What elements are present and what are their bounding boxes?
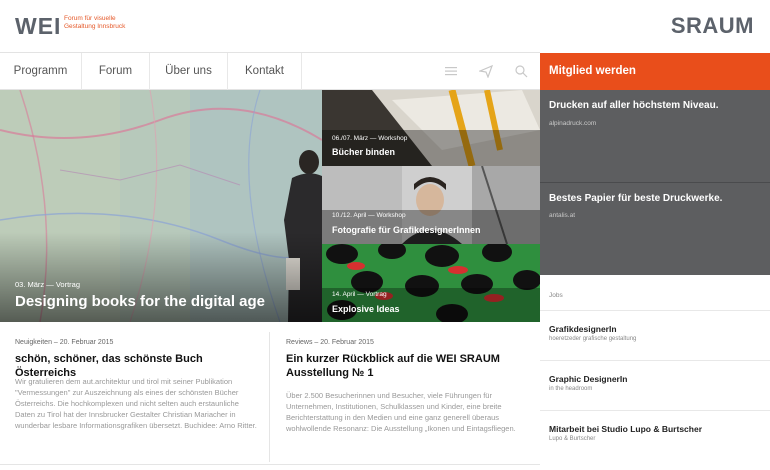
article-meta: Neuigkeiten – 20. Februar 2015 [15,339,114,346]
article-body: Über 2.500 Besucherinnen und Besucher, v… [286,391,516,433]
event-tile-buecher-binden[interactable]: 06./07. März — Workshop Bücher binden [322,90,540,166]
site-header: WEI Forum für visuelle Gestaltung Innsbr… [0,0,770,52]
job-listing[interactable]: Mitarbeit bei Studio Lupo & Burtscher Lu… [540,410,770,456]
ad-title: Bestes Papier für beste Druckwerke. [549,193,723,204]
become-member-button[interactable]: Mitglied werden [540,53,770,90]
job-title[interactable]: Graphic DesignerIn [549,374,627,384]
tile-title[interactable]: Explosive Ideas [332,304,400,314]
article-body: Wir gratulieren dem aut.architektur und … [15,377,257,430]
tile-title[interactable]: Fotografie für GrafikdesignerInnen [332,225,481,235]
ad-title: Drucken auf aller höchstem Niveau. [549,100,719,111]
logo-tagline: Forum für visuelle Gestaltung Innsbruck [64,15,126,30]
job-listing[interactable]: GrafikdesignerIn hoeretzeder grafische g… [540,310,770,356]
job-company: hoeretzeder grafische gestaltung [549,336,637,342]
jobs-label: Jobs [549,292,563,299]
tile-meta: 10./12. April — Workshop [332,212,406,219]
bottom-divider [0,464,540,465]
nav-item-programm[interactable]: Programm [0,53,82,90]
menu-icon[interactable] [444,64,458,78]
job-title[interactable]: GrafikdesignerIn [549,324,617,334]
tile-meta: 14. April — Vortrag [332,291,387,298]
hero-event[interactable]: 03. März — Vortrag Designing books for t… [0,90,322,322]
ad-alpinadruck[interactable]: Drucken auf aller höchstem Niveau. alpin… [540,90,770,183]
logo-right[interactable]: SRAUM [671,13,754,39]
main-nav: Programm Forum Über uns Kontakt [0,52,540,90]
hero-meta: 03. März — Vortrag [15,280,81,289]
nav-item-ueber-uns[interactable]: Über uns [150,53,228,90]
send-icon[interactable] [479,64,493,78]
article-meta: Reviews – 20. Februar 2015 [286,339,374,346]
logo[interactable]: WEI [15,13,61,40]
event-tile-fotografie[interactable]: 10./12. April — Workshop Fotografie für … [322,166,540,244]
article-card[interactable]: Reviews – 20. Februar 2015 Ein kurzer Rü… [271,322,540,462]
search-icon[interactable] [514,64,528,78]
hero-title[interactable]: Designing books for the digital age [15,293,265,310]
job-company: in the headroom [549,386,593,392]
article-card[interactable]: Neuigkeiten – 20. Februar 2015 schön, sc… [0,322,269,462]
job-listing[interactable]: Graphic DesignerIn in the headroom [540,360,770,406]
ad-url[interactable]: antalis.at [549,212,575,219]
nav-item-kontakt[interactable]: Kontakt [228,53,302,90]
tile-meta: 06./07. März — Workshop [332,135,408,142]
event-tile-explosive-ideas[interactable]: 14. April — Vortrag Explosive Ideas [322,244,540,322]
ad-url[interactable]: alpinadruck.com [549,120,596,127]
ad-antalis[interactable]: Bestes Papier für beste Druckwerke. anta… [540,183,770,275]
tile-title[interactable]: Bücher binden [332,147,395,157]
article-title[interactable]: Ein kurzer Rückblick auf die WEI SRAUM A… [286,352,516,380]
article-divider [269,332,270,462]
job-company: Lupo & Burtscher [549,436,596,442]
job-title[interactable]: Mitarbeit bei Studio Lupo & Burtscher [549,424,702,434]
nav-item-forum[interactable]: Forum [82,53,150,90]
